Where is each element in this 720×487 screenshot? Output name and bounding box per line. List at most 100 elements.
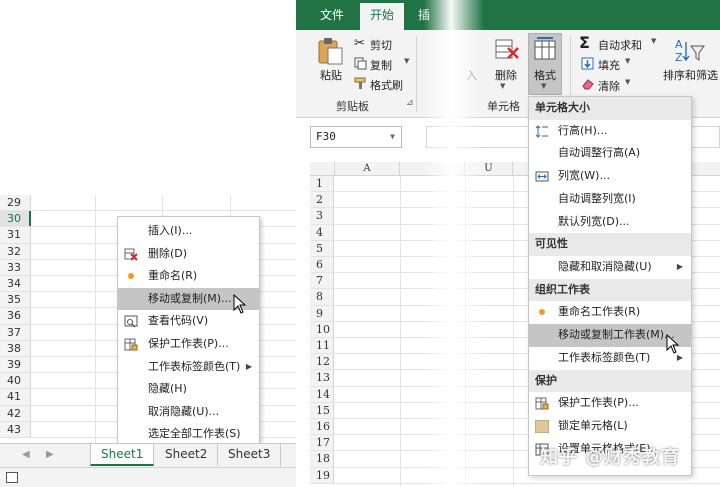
paste-button-label[interactable]: 粘贴 — [320, 67, 342, 83]
autosum-icon[interactable]: Σ — [579, 33, 590, 52]
row-header[interactable]: 4 — [310, 224, 334, 240]
lock-cell-icon — [535, 419, 549, 433]
row-header[interactable]: 31 — [0, 227, 31, 243]
format-dropdown-menu: 单元格大小行高(H)... 自动调整行高(A) 列宽(W)... 自动调整列宽(I) 默… — [528, 96, 692, 476]
format-menu-item[interactable]: 锁定单元格(L) — [529, 415, 691, 438]
format-dropdown-icon[interactable]: ▼ — [541, 82, 546, 90]
column-header-a[interactable]: A — [335, 162, 400, 176]
context-menu-item[interactable]: 工作表标签颜色(T) ▶ — [118, 356, 259, 379]
format-menu-item[interactable]: 隐藏和取消隐藏(U) ▶ — [529, 256, 691, 279]
format-menu-item[interactable]: 保护工作表(P)... — [529, 392, 691, 415]
context-menu-item[interactable]: 删除(D) — [118, 243, 259, 266]
autosum-button[interactable]: 自动求和 — [598, 37, 642, 53]
row-header[interactable]: 18 — [310, 451, 334, 467]
row-header[interactable]: 19 — [310, 467, 334, 483]
row-header[interactable]: 29 — [0, 195, 31, 211]
autosum-dropdown-icon[interactable]: ▼ — [651, 37, 656, 45]
copy-dropdown-icon[interactable]: ▼ — [404, 57, 409, 65]
clear-button[interactable]: 清除 — [598, 78, 620, 94]
sort-filter-icon[interactable]: A Z — [674, 36, 706, 66]
row-header[interactable]: 41 — [0, 389, 31, 405]
context-menu-item[interactable]: 隐藏(H) — [118, 378, 259, 401]
format-cells-icon[interactable] — [533, 36, 557, 62]
tab-file[interactable]: 文件 — [310, 0, 354, 30]
fill-down-icon[interactable] — [581, 57, 594, 70]
row-header[interactable]: 42 — [0, 405, 31, 421]
scissors-icon[interactable]: ✂ — [354, 36, 365, 51]
row-header[interactable]: 8 — [310, 289, 334, 305]
dialog-launcher-icon[interactable]: ⊿ — [406, 98, 414, 108]
row-header[interactable]: 2 — [310, 192, 334, 208]
menu-item-label: 行高(H)... — [558, 123, 608, 137]
format-painter-button[interactable]: 格式刷 — [370, 77, 403, 93]
row-header[interactable]: 12 — [310, 354, 334, 370]
menu-item-label: 删除(D) — [148, 246, 188, 260]
tab-home[interactable]: 开始 — [360, 3, 405, 30]
row-header[interactable]: 1 — [310, 176, 334, 192]
delete-button-label[interactable]: 删除 — [495, 67, 517, 83]
context-menu-item[interactable]: 重命名(R) — [118, 265, 259, 288]
eraser-icon[interactable] — [581, 78, 594, 90]
row-header[interactable]: 43 — [0, 421, 31, 437]
context-menu-item[interactable]: 保护工作表(P)... — [118, 333, 259, 356]
row-header[interactable]: 6 — [310, 257, 334, 273]
menu-item-label: 重命名(R) — [148, 269, 198, 283]
format-menu-item[interactable]: 自动调整列宽(I) — [529, 188, 691, 211]
copy-icon[interactable] — [354, 57, 367, 70]
row-header[interactable]: 36 — [0, 308, 31, 324]
row-header[interactable]: 17 — [310, 435, 334, 451]
row-header[interactable]: 5 — [310, 240, 334, 256]
next-sheet-icon[interactable]: ▶ — [46, 449, 54, 460]
menu-item-label: 默认列宽(D)... — [558, 214, 630, 228]
chevron-down-icon[interactable]: ▼ — [390, 127, 395, 147]
row-header[interactable]: 39 — [0, 357, 31, 373]
table-row[interactable]: 29 — [0, 195, 296, 212]
clear-dropdown-icon[interactable]: ▼ — [625, 78, 630, 86]
cut-button[interactable]: 剪切 — [370, 37, 392, 53]
menu-section-header: 单元格大小 — [529, 97, 691, 120]
menu-item-label: 移动或复制(M)... — [148, 291, 232, 305]
sheet-tab-1[interactable]: Sheet1 — [90, 444, 155, 466]
row-header[interactable]: 40 — [0, 373, 31, 389]
format-menu-item[interactable]: 重命名工作表(R) — [529, 301, 691, 324]
sheet-tab-3[interactable]: Sheet3 — [218, 444, 282, 466]
copy-button[interactable]: 复制 — [370, 57, 392, 73]
row-header[interactable]: 35 — [0, 292, 31, 308]
sort-filter-button[interactable]: 排序和筛选 — [663, 67, 718, 83]
row-header[interactable]: 30 — [0, 211, 31, 227]
prev-sheet-icon[interactable]: ◀ — [22, 449, 30, 460]
row-header[interactable]: 13 — [310, 370, 334, 386]
format-painter-icon[interactable] — [354, 77, 367, 90]
fill-dropdown-icon[interactable]: ▼ — [625, 57, 630, 65]
row-header[interactable]: 7 — [310, 273, 334, 289]
format-menu-item[interactable]: 列宽(W)... — [529, 165, 691, 188]
delete-dropdown-icon[interactable]: ▼ — [500, 82, 505, 90]
clipboard-group-label: 剪贴板 — [336, 100, 369, 113]
row-header[interactable]: 14 — [310, 386, 334, 402]
row-header[interactable]: 9 — [310, 305, 334, 321]
paste-icon[interactable] — [316, 36, 344, 66]
mouse-cursor-icon — [666, 334, 680, 354]
format-button-label[interactable]: 格式 — [534, 67, 556, 83]
format-menu-item[interactable]: 默认列宽(D)... — [529, 211, 691, 234]
delete-cells-icon[interactable] — [494, 36, 520, 62]
row-header[interactable]: 38 — [0, 340, 31, 356]
row-header[interactable]: 3 — [310, 208, 334, 224]
fill-button[interactable]: 填充 — [598, 57, 620, 73]
name-box[interactable]: F30 ▼ — [310, 126, 402, 148]
row-header[interactable]: 37 — [0, 324, 31, 340]
row-header[interactable]: 10 — [310, 321, 334, 337]
context-menu-item[interactable]: 取消隐藏(U)... — [118, 401, 259, 424]
row-header[interactable]: 32 — [0, 243, 31, 259]
row-header[interactable]: 16 — [310, 419, 334, 435]
select-all-corner[interactable] — [310, 162, 335, 176]
row-header[interactable]: 33 — [0, 259, 31, 275]
row-header[interactable]: 15 — [310, 402, 334, 418]
row-header[interactable]: 34 — [0, 276, 31, 292]
macro-record-icon[interactable] — [6, 472, 18, 483]
format-menu-item[interactable]: 自动调整行高(A) — [529, 142, 691, 165]
context-menu-item[interactable]: 插入(I)... — [118, 220, 259, 243]
sheet-tab-2[interactable]: Sheet2 — [155, 444, 219, 466]
row-header[interactable]: 11 — [310, 338, 334, 354]
format-menu-item[interactable]: 行高(H)... — [529, 120, 691, 143]
